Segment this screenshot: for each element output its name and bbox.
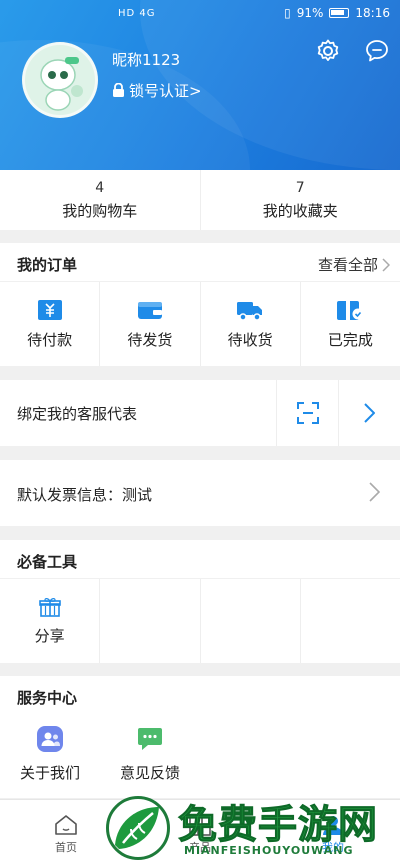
scan-icon [296, 402, 319, 424]
tools-grid: 分享 [0, 579, 400, 663]
chevron-right-icon [364, 403, 375, 423]
about-us-label: 关于我们 [19, 764, 80, 782]
tool-empty-slot [199, 579, 300, 663]
nav-home[interactable]: 首页 [31, 814, 101, 855]
order-pending-shipment-label: 待发货 [127, 330, 173, 349]
chat-icon [138, 728, 162, 750]
chevron-right-icon [369, 482, 380, 502]
orders-header: 我的订单 查看全部 [0, 243, 400, 281]
cart-count[interactable]: 4 我的购物车 [0, 170, 200, 230]
chat-bubble-icon [366, 40, 388, 62]
battery-percent: 91% [296, 6, 324, 20]
robot-mascot-icon [25, 45, 95, 115]
tool-share[interactable]: 分享 [0, 579, 99, 663]
tools-header: 必备工具 [0, 540, 400, 578]
lock-icon [113, 83, 124, 97]
network-indicators: HD 4G [118, 8, 156, 19]
invoice-info-label: 默认发票信息：测试 [17, 486, 153, 504]
order-completed[interactable]: 已完成 [299, 282, 400, 366]
truck-icon [237, 301, 263, 321]
invoice-info-row[interactable]: 默认发票信息：测试 [0, 460, 400, 526]
order-pending-payment-label: 待付款 [27, 330, 73, 349]
favorites-count-label: 我的收藏夹 [262, 201, 338, 220]
home-icon [55, 815, 77, 835]
view-all-orders-link[interactable]: 查看全部 [318, 254, 390, 275]
gear-icon [317, 39, 339, 61]
lock-verify-label: 锁号认证> [129, 82, 202, 100]
tools-title: 必备工具 [17, 553, 78, 571]
bind-service-rep-row[interactable]: 绑定我的客服代表 [0, 380, 400, 446]
watermark-title: 免费手游网 [177, 802, 379, 849]
messages-button[interactable] [364, 38, 390, 64]
service-title: 服务中心 [17, 689, 78, 707]
favorites-count[interactable]: 7 我的收藏夹 [199, 170, 400, 230]
orders-title: 我的订单 [17, 256, 78, 274]
orders-grid: 待付款 待发货 待收货 已完成 [0, 282, 400, 366]
service-center: 服务中心 关于我们 意见反馈 [0, 676, 400, 798]
about-us-button[interactable]: 关于我们 [0, 726, 100, 783]
lock-verify-link[interactable]: 锁号认证> [112, 80, 202, 101]
order-pending-receipt[interactable]: 待收货 [199, 282, 300, 366]
order-completed-label: 已完成 [327, 330, 373, 349]
tool-empty-slot [99, 579, 199, 663]
watermark-logo [106, 796, 170, 860]
leaf-logo-icon [115, 807, 159, 849]
nickname: 昵称1123 [112, 51, 181, 69]
nav-home-label: 首页 [55, 841, 77, 854]
avatar[interactable] [22, 42, 98, 118]
feedback-label: 意见反馈 [119, 764, 180, 782]
watermark-overlay: 免费手游网 MIANFEISHOUYOUWANG [98, 792, 398, 866]
gift-check-icon [337, 300, 364, 320]
tool-share-label: 分享 [34, 626, 65, 645]
wallet-icon [137, 301, 162, 319]
scan-button[interactable] [276, 380, 338, 446]
chevron-right-icon [382, 257, 390, 272]
favorites-count-number: 7 [295, 179, 305, 196]
tool-empty-slot [299, 579, 400, 663]
counts-bar: 4 我的购物车 7 我的收藏夹 [0, 170, 400, 230]
payment-icon [37, 299, 62, 320]
gift-icon [38, 597, 61, 617]
order-pending-receipt-label: 待收货 [227, 330, 273, 349]
settings-button[interactable] [315, 38, 341, 64]
battery-icon [329, 8, 350, 18]
cart-count-label: 我的购物车 [62, 201, 138, 220]
view-all-label: 查看全部 [317, 256, 378, 274]
status-bar: HD 4G ▯ 91% 18:16 [0, 0, 400, 28]
contacts-icon [37, 726, 63, 752]
profile-header: HD 4G ▯ 91% 18:16 昵称1123 锁号认证> [0, 0, 400, 170]
order-pending-payment[interactable]: 待付款 [0, 282, 99, 366]
order-pending-shipment[interactable]: 待发货 [99, 282, 199, 366]
watermark-subtitle: MIANFEISHOUYOUWANG [184, 844, 354, 857]
clock: 18:16 [355, 6, 390, 20]
bind-service-rep-arrow[interactable] [338, 380, 400, 446]
bind-service-rep-label: 绑定我的客服代表 [17, 405, 138, 423]
vibrate-icon: ▯ [284, 6, 291, 20]
cart-count-number: 4 [95, 179, 105, 196]
feedback-button[interactable]: 意见反馈 [100, 726, 200, 783]
